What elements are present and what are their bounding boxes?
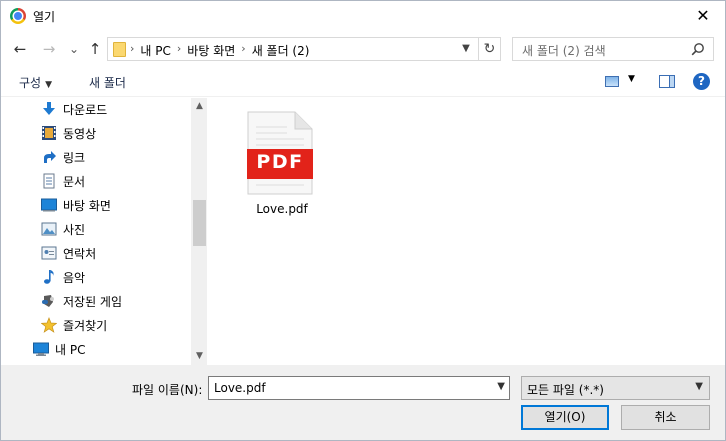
command-bar: 구성 ▼ 새 폴더 ▼ ?	[1, 67, 725, 97]
tree-item-label: 바탕 화면	[63, 198, 111, 213]
help-icon[interactable]: ?	[693, 73, 710, 90]
breadcrumb-item-desktop[interactable]: 바탕 화면	[187, 42, 235, 59]
folder-icon	[113, 42, 126, 57]
tree-item-label: 사진	[63, 222, 86, 237]
tree-item-label: 음악	[63, 270, 86, 285]
file-list: PDF Love.pdf	[208, 98, 725, 365]
navigation-pane: 다운로드 동영상 링크 문서 바탕 화면 사진 연락처 음악 저장된 게임 즐겨…	[1, 98, 207, 365]
tree-item-documents[interactable]: 문서	[41, 170, 85, 192]
refresh-button[interactable]: ↻	[478, 38, 500, 60]
file-name: Love.pdf	[256, 202, 308, 216]
navigation-bar: ← → ⌄ ↑ › 내 PC › 바탕 화면 › 새 폴더 (2) ▼ ↻ 새 …	[1, 33, 725, 65]
dialog-footer: 파일 이름(N): Love.pdf ▼ 모든 파일 (*.*) ▼ 열기(O)…	[1, 365, 725, 440]
cancel-button[interactable]: 취소	[621, 405, 710, 430]
breadcrumb-separator: ›	[176, 42, 182, 55]
file-item[interactable]: PDF Love.pdf	[238, 108, 326, 220]
breadcrumb-separator: ›	[241, 42, 246, 55]
filename-label: 파일 이름(N):	[132, 383, 203, 397]
open-file-dialog: 열기 ✕ ← → ⌄ ↑ › 내 PC › 바탕 화면 › 새 폴더 (2) ▼…	[0, 0, 726, 441]
change-view-icon[interactable]	[605, 76, 619, 87]
tree-item-my-pc[interactable]: 내 PC	[33, 338, 85, 360]
link-icon	[44, 151, 56, 163]
tree-item-label: 즐겨찾기	[63, 318, 108, 333]
breadcrumb-item-my-pc[interactable]: 내 PC	[140, 42, 170, 59]
computer-icon	[33, 342, 49, 356]
preview-pane-icon[interactable]	[659, 75, 675, 88]
tree-item-links[interactable]: 링크	[41, 146, 85, 168]
desktop-icon	[41, 198, 57, 212]
chevron-down-icon[interactable]: ▼	[497, 381, 505, 392]
search-placeholder: 새 폴더 (2) 검색	[522, 44, 606, 58]
tree-item-pictures[interactable]: 사진	[41, 218, 85, 240]
chevron-down-icon: ▼	[695, 381, 703, 392]
tree-item-label: 동영상	[63, 126, 97, 141]
tree-item-videos[interactable]: 동영상	[41, 122, 96, 144]
tree-item-label: 연락처	[63, 246, 97, 261]
music-icon	[44, 270, 54, 284]
search-input[interactable]: 새 폴더 (2) 검색	[512, 37, 714, 61]
close-button[interactable]: ✕	[681, 1, 725, 31]
caret-down-icon[interactable]: ▼	[628, 74, 635, 84]
tree-item-label: 다운로드	[63, 102, 108, 117]
forward-button[interactable]: →	[39, 39, 59, 59]
window-title: 열기	[33, 10, 56, 24]
organize-label: 구성	[19, 76, 42, 90]
tree-item-contacts[interactable]: 연락처	[41, 242, 96, 264]
file-type-value: 모든 파일 (*.*)	[527, 383, 604, 397]
saved-games-icon	[42, 295, 54, 307]
new-folder-button[interactable]: 새 폴더	[89, 74, 126, 91]
tree-item-label: 내 PC	[55, 342, 86, 357]
document-icon	[43, 173, 55, 189]
favorites-icon	[41, 317, 57, 333]
caret-down-icon: ▼	[45, 80, 53, 90]
tree-item-desktop[interactable]: 바탕 화면	[41, 194, 111, 216]
video-icon	[42, 126, 56, 140]
breadcrumb-separator: ›	[130, 42, 135, 55]
scroll-down-icon[interactable]: ▼	[191, 348, 207, 365]
address-bar[interactable]: › 내 PC › 바탕 화면 › 새 폴더 (2) ▼ ↻	[107, 37, 501, 61]
scroll-up-icon[interactable]: ▲	[191, 98, 207, 115]
file-type-select[interactable]: 모든 파일 (*.*) ▼	[521, 376, 710, 400]
tree-item-downloads[interactable]: 다운로드	[41, 98, 107, 120]
chevron-down-icon[interactable]: ▼	[458, 40, 474, 58]
breadcrumb-item-new-folder-2[interactable]: 새 폴더 (2)	[252, 42, 310, 59]
filename-input[interactable]: Love.pdf ▼	[208, 376, 510, 400]
back-button[interactable]: ←	[10, 39, 30, 59]
recent-locations-button[interactable]: ⌄	[64, 39, 84, 59]
tree-item-saved-games[interactable]: 저장된 게임	[41, 290, 122, 312]
tree-item-label: 링크	[63, 150, 86, 165]
organize-button[interactable]: 구성 ▼	[19, 74, 52, 91]
scroll-thumb[interactable]	[193, 200, 206, 246]
search-icon[interactable]	[691, 42, 705, 56]
title-bar: 열기 ✕	[1, 1, 725, 31]
breadcrumb: › 내 PC › 바탕 화면 › 새 폴더 (2)	[130, 42, 309, 59]
filename-value: Love.pdf	[214, 381, 266, 395]
contacts-icon	[41, 246, 57, 260]
chrome-icon	[10, 8, 26, 24]
tree-item-favorites[interactable]: 즐겨찾기	[41, 314, 107, 336]
up-button[interactable]: ↑	[85, 39, 105, 59]
pdf-badge-label: PDF	[256, 151, 304, 173]
tree-item-label: 저장된 게임	[63, 294, 123, 309]
picture-icon	[41, 222, 57, 236]
tree-item-label: 문서	[63, 174, 86, 189]
open-button[interactable]: 열기(O)	[521, 405, 609, 430]
tree-item-music[interactable]: 음악	[41, 266, 85, 288]
download-icon	[43, 102, 55, 115]
navigation-pane-scrollbar[interactable]: ▲ ▼	[191, 98, 207, 365]
